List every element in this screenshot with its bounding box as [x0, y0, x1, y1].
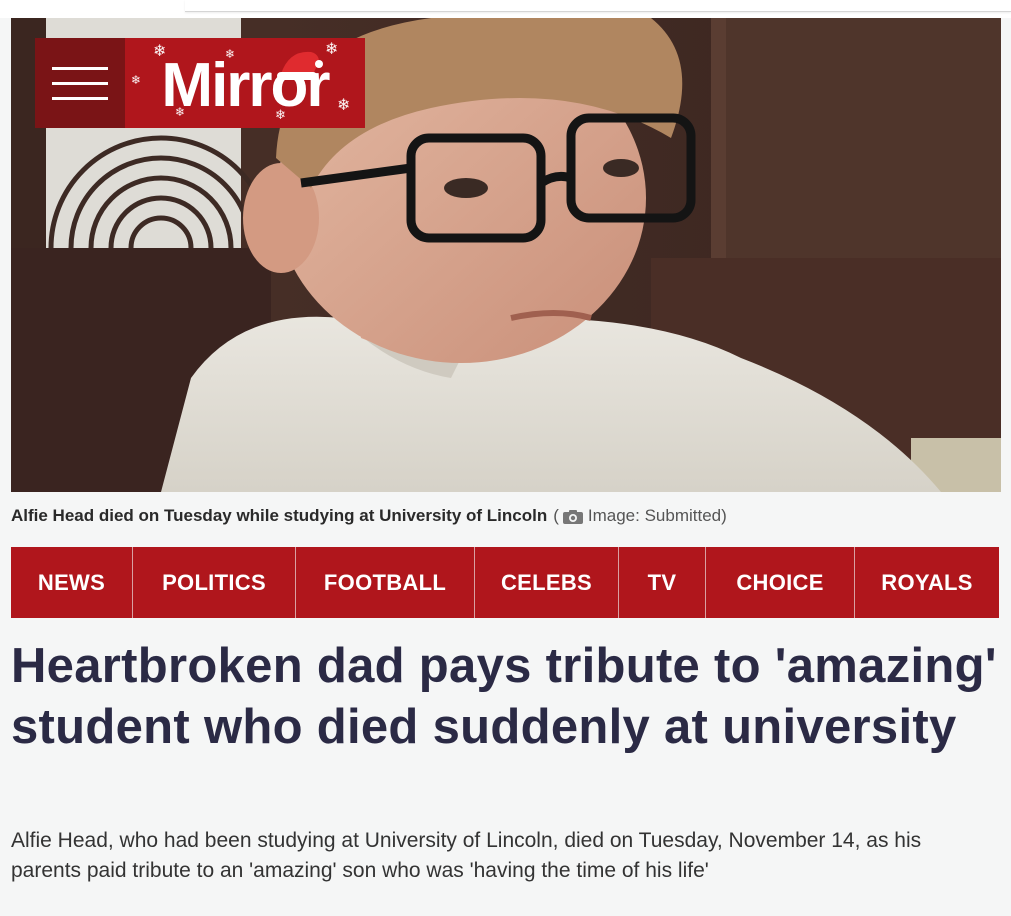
caption-text: Alfie Head died on Tuesday while studyin… — [11, 506, 548, 525]
snowflake-icon: ❄ — [131, 73, 142, 87]
camera-icon — [562, 510, 583, 524]
menu-line — [52, 96, 108, 100]
mirror-logo[interactable]: ❄ ❄ ❄ ❄ ❄ ❄ ❄ Mirror — [125, 38, 365, 128]
nav-item-football[interactable]: FOOTBALL — [296, 547, 475, 618]
nav-item-choice[interactable]: CHOICE — [706, 547, 855, 618]
nav-item-royals[interactable]: ROYALS — [855, 547, 999, 618]
caption-open-paren: ( — [553, 506, 559, 525]
menu-line — [52, 81, 108, 85]
brand-name: Mirror — [161, 50, 330, 120]
nav-item-tv[interactable]: TV — [619, 547, 706, 618]
nav-item-celebs[interactable]: CELEBS — [475, 547, 619, 618]
nav-item-news[interactable]: NEWS — [11, 547, 133, 618]
nav-item-politics[interactable]: POLITICS — [133, 547, 296, 618]
top-bar — [185, 0, 1011, 12]
image-credit: Image: Submitted) — [587, 506, 727, 525]
image-caption: Alfie Head died on Tuesday while studyin… — [11, 505, 727, 527]
article-standfirst: Alfie Head, who had been studying at Uni… — [11, 829, 922, 882]
hamburger-menu-icon[interactable] — [35, 38, 125, 128]
snowflake-icon: ❄ — [337, 97, 351, 114]
article-headline: Heartbroken dad pays tribute to 'amazing… — [11, 639, 997, 754]
section-nav: NEWS POLITICS FOOTBALL CELEBS TV CHOICE … — [11, 547, 999, 618]
site-logo-block: ❄ ❄ ❄ ❄ ❄ ❄ ❄ Mirror — [35, 38, 365, 128]
menu-line — [52, 66, 108, 70]
browser-top-strip — [0, 0, 1011, 18]
